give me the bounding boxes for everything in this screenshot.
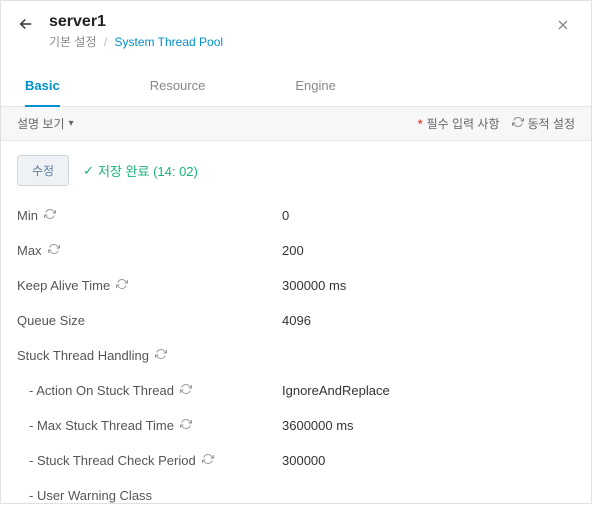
chevron-down-icon: ▾ [69, 118, 74, 129]
row-min: Min 0 [17, 198, 575, 233]
toolbar: 설명 보기 ▾ * 필수 입력 사항 동적 설정 [1, 107, 591, 141]
label-queue: Queue Size [17, 313, 282, 328]
refresh-icon[interactable] [48, 243, 60, 258]
breadcrumb-current[interactable]: System Thread Pool [115, 35, 224, 49]
refresh-icon[interactable] [180, 418, 192, 433]
value-min: 0 [282, 208, 289, 223]
label-max-text: Max [17, 243, 42, 258]
label-action-stuck-text: - Action On Stuck Thread [29, 383, 174, 398]
tab-resource[interactable]: Resource [150, 66, 206, 106]
required-star-icon: * [418, 117, 423, 131]
edit-button[interactable]: 수정 [17, 155, 69, 186]
row-user-warn: - User Warning Class [17, 478, 575, 513]
page-title: server1 [49, 13, 551, 31]
label-action-stuck: - Action On Stuck Thread [17, 383, 282, 398]
label-check-period-text: - Stuck Thread Check Period [29, 453, 196, 468]
label-check-period: - Stuck Thread Check Period [17, 453, 282, 468]
value-action-stuck: IgnoreAndReplace [282, 383, 390, 398]
label-queue-text: Queue Size [17, 313, 85, 328]
label-max: Max [17, 243, 282, 258]
breadcrumb: 기본 설정 / System Thread Pool [49, 33, 551, 50]
row-keepalive: Keep Alive Time 300000 ms [17, 268, 575, 303]
label-user-warn: - User Warning Class [17, 488, 282, 503]
save-status: ✓ 저장 완료 (14: 02) [83, 161, 198, 180]
close-button[interactable] [551, 13, 575, 42]
refresh-icon[interactable] [180, 383, 192, 398]
fields: Min 0 Max 200 Keep Alive Time 300000 ms … [1, 194, 591, 517]
required-label: 필수 입력 사항 [427, 115, 500, 132]
breadcrumb-root[interactable]: 기본 설정 [49, 35, 97, 49]
tabs: Basic Resource Engine [1, 66, 591, 107]
label-min-text: Min [17, 208, 38, 223]
description-toggle[interactable]: 설명 보기 ▾ [17, 115, 74, 132]
dynamic-label: 동적 설정 [528, 115, 576, 132]
tab-basic[interactable]: Basic [25, 66, 60, 107]
label-keepalive-text: Keep Alive Time [17, 278, 110, 293]
value-keepalive: 300000 ms [282, 278, 346, 293]
row-check-period: - Stuck Thread Check Period 300000 [17, 443, 575, 478]
description-toggle-label: 설명 보기 [17, 115, 65, 132]
row-max: Max 200 [17, 233, 575, 268]
row-action-stuck: - Action On Stuck Thread IgnoreAndReplac… [17, 373, 575, 408]
header-text: server1 기본 설정 / System Thread Pool [49, 13, 551, 50]
actions-bar: 수정 ✓ 저장 완료 (14: 02) [1, 141, 591, 194]
tab-engine[interactable]: Engine [295, 66, 335, 106]
value-queue: 4096 [282, 313, 311, 328]
row-queue: Queue Size 4096 [17, 303, 575, 338]
label-keepalive: Keep Alive Time [17, 278, 282, 293]
label-max-stuck-text: - Max Stuck Thread Time [29, 418, 174, 433]
value-max-stuck: 3600000 ms [282, 418, 354, 433]
value-max: 200 [282, 243, 304, 258]
refresh-icon[interactable] [155, 348, 167, 363]
refresh-icon[interactable] [116, 278, 128, 293]
refresh-icon[interactable] [44, 208, 56, 223]
label-min: Min [17, 208, 282, 223]
row-max-stuck: - Max Stuck Thread Time 3600000 ms [17, 408, 575, 443]
row-stuck-heading: Stuck Thread Handling [17, 338, 575, 373]
label-max-stuck: - Max Stuck Thread Time [17, 418, 282, 433]
refresh-icon [512, 116, 524, 131]
back-button[interactable] [17, 15, 35, 39]
label-stuck-heading: Stuck Thread Handling [17, 348, 282, 363]
label-user-warn-text: - User Warning Class [29, 488, 152, 503]
check-icon: ✓ [83, 163, 94, 179]
refresh-icon[interactable] [202, 453, 214, 468]
label-stuck-heading-text: Stuck Thread Handling [17, 348, 149, 363]
save-status-text: 저장 완료 (14: 02) [98, 161, 198, 180]
value-check-period: 300000 [282, 453, 325, 468]
breadcrumb-sep: / [104, 35, 107, 49]
